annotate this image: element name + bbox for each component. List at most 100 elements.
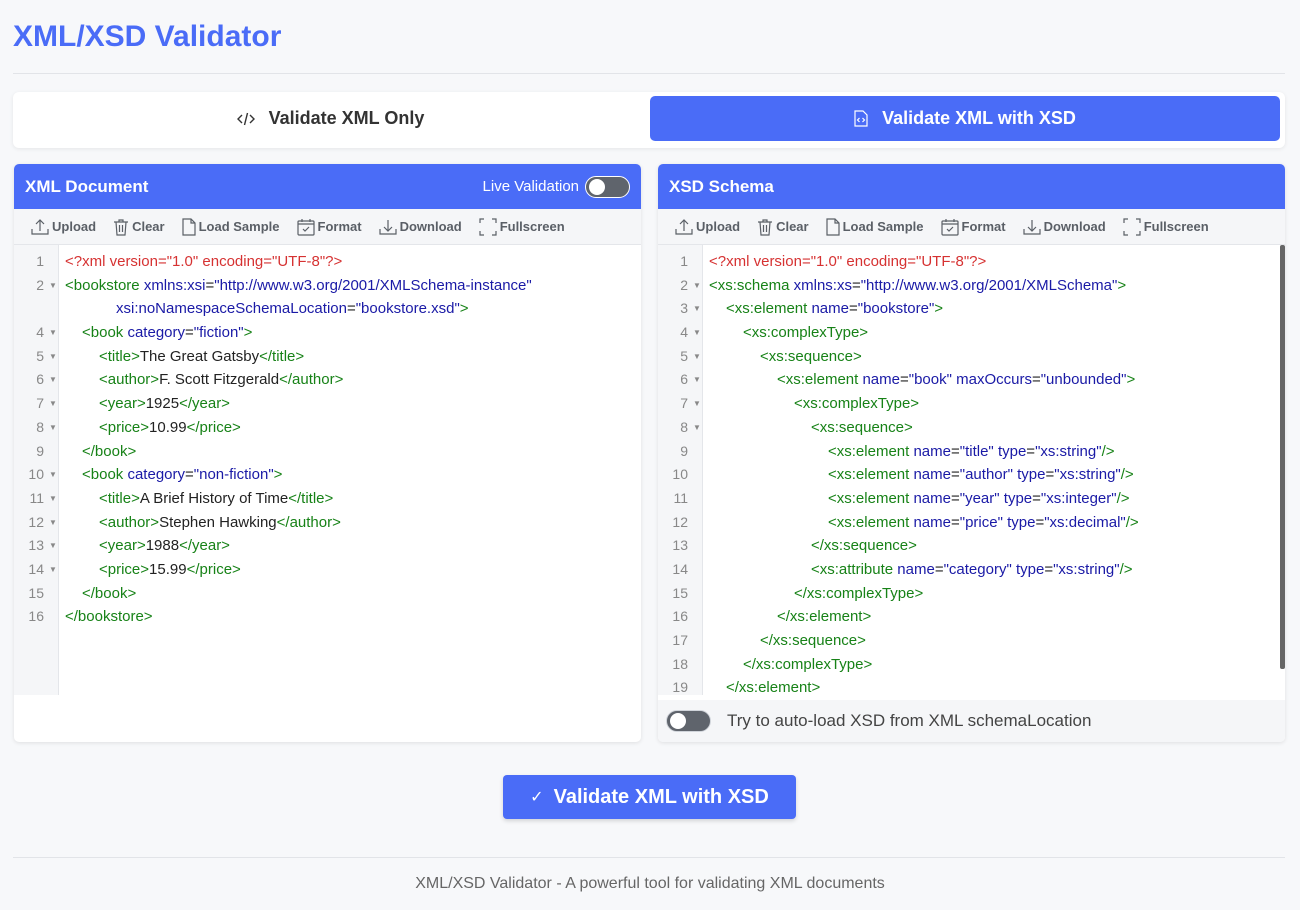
live-validation-toggle[interactable] <box>585 175 630 198</box>
code-line[interactable]: 6 ▼ <author>F. Scott Fitzgerald</author> <box>14 368 641 392</box>
code-line[interactable]: 9 <xs:element name="title" type="xs:strin… <box>658 440 1285 464</box>
mode-selector: Validate XML Only Validate XML with XSD <box>13 92 1285 148</box>
code-token: name <box>862 371 900 389</box>
code-line[interactable]: 7 ▼ <xs:complexType> <box>658 392 1285 416</box>
fold-arrow-icon[interactable]: ▼ <box>49 416 57 440</box>
fold-arrow-icon[interactable]: ▼ <box>49 345 57 369</box>
code-line[interactable]: 4 ▼ <book category="fiction"> <box>14 321 641 345</box>
xml-editor[interactable]: 1 <?xml version="1.0" encoding="UTF-8"?> 2… <box>14 245 641 695</box>
code-icon <box>236 111 255 127</box>
validate-xml-with-xsd-button[interactable]: ✓ Validate XML with XSD <box>503 775 796 819</box>
auto-load-xsd-toggle[interactable] <box>666 710 711 732</box>
code-text: </xs:element> <box>709 605 871 629</box>
code-line[interactable]: 3 ▼ <xs:element name="bookstore"> <box>658 297 1285 321</box>
xml-code-area[interactable]: 1 <?xml version="1.0" encoding="UTF-8"?> 2… <box>14 250 641 629</box>
fold-arrow-icon[interactable]: ▼ <box>49 368 57 392</box>
code-line[interactable]: 16 </bookstore> <box>14 605 641 629</box>
code-token: type <box>1007 513 1036 531</box>
fold-arrow-icon[interactable]: ▼ <box>49 392 57 416</box>
code-token: <book <box>82 466 128 484</box>
fold-arrow-icon[interactable]: ▼ <box>49 274 57 298</box>
fold-arrow-icon[interactable]: ▼ <box>693 416 701 440</box>
fold-arrow-icon[interactable]: ▼ <box>49 463 57 487</box>
code-line[interactable]: 11 ▼ <title>A Brief History of Time</title… <box>14 487 641 511</box>
code-line[interactable]: 16 </xs:element> <box>658 605 1285 629</box>
code-line[interactable]: 14 <xs:attribute name="category" type="xs… <box>658 558 1285 582</box>
line-number: 4 <box>680 324 688 341</box>
code-line[interactable]: 12 ▼ <author>Stephen Hawking</author> <box>14 511 641 535</box>
code-text: <xs:attribute name="category" type="xs:s… <box>709 558 1133 582</box>
code-token: </title> <box>288 489 334 507</box>
fold-arrow-icon[interactable]: ▼ <box>49 558 57 582</box>
line-number: 6 <box>36 371 44 388</box>
xml-format-button[interactable]: Format <box>296 218 362 236</box>
xml-load-sample-button[interactable]: Load Sample <box>181 217 280 236</box>
code-token: A Brief History of Time <box>139 489 289 507</box>
xml-clear-button[interactable]: Clear <box>113 218 165 236</box>
xsd-clear-button[interactable]: Clear <box>757 218 809 236</box>
xsd-editor[interactable]: 1 <?xml version="1.0" encoding="UTF-8"?> 2… <box>658 245 1285 695</box>
code-token: > <box>1126 371 1136 389</box>
code-line[interactable]: 2 ▼ <xs:schema xmlns:xs="http://www.w3.org… <box>658 274 1285 298</box>
code-line[interactable]: 15 </xs:complexType> <box>658 582 1285 606</box>
xsd-load-sample-button[interactable]: Load Sample <box>825 217 924 236</box>
xsd-download-button[interactable]: Download <box>1022 218 1106 236</box>
fold-arrow-icon[interactable]: ▼ <box>49 534 57 558</box>
code-line[interactable]: 9 </book> <box>14 440 641 464</box>
xml-download-button[interactable]: Download <box>378 218 462 236</box>
code-line[interactable]: 15 </book> <box>14 582 641 606</box>
code-line[interactable]: 8 ▼ <price>10.99</price> <box>14 416 641 440</box>
upload-icon <box>675 218 693 235</box>
code-line[interactable]: 11 <xs:element name="year" type="xs:integ… <box>658 487 1285 511</box>
xml-upload-button[interactable]: Upload <box>31 218 96 236</box>
code-line[interactable]: 17 </xs:sequence> <box>658 629 1285 653</box>
fold-arrow-icon[interactable]: ▼ <box>49 511 57 535</box>
code-line[interactable]: xsi:noNamespaceSchemaLocation="bookstore… <box>14 297 641 321</box>
line-number: 12 <box>672 513 688 530</box>
validate-xml-with-xsd-tab[interactable]: Validate XML with XSD <box>650 96 1280 141</box>
code-line[interactable]: 8 ▼ <xs:sequence> <box>658 416 1285 440</box>
fold-arrow-icon[interactable]: ▼ <box>693 274 701 298</box>
line-number: 15 <box>28 584 44 601</box>
code-line[interactable]: 6 ▼ <xs:element name="book" maxOccurs="unb… <box>658 368 1285 392</box>
code-text: <title>The Great Gatsby</title> <box>65 345 304 369</box>
code-line[interactable]: 13 </xs:sequence> <box>658 534 1285 558</box>
code-line[interactable]: 7 ▼ <year>1925</year> <box>14 392 641 416</box>
validate-xml-only-tab[interactable]: Validate XML Only <box>17 96 644 141</box>
xsd-scrollbar[interactable] <box>1280 245 1285 669</box>
code-line[interactable]: 14 ▼ <price>15.99</price> <box>14 558 641 582</box>
code-token: <author> <box>99 371 160 389</box>
code-line[interactable]: 18 </xs:complexType> <box>658 653 1285 677</box>
line-number: 10 <box>28 466 44 483</box>
fold-arrow-icon[interactable]: ▼ <box>693 321 701 345</box>
code-line[interactable]: 5 ▼ <title>The Great Gatsby</title> <box>14 345 641 369</box>
code-line[interactable]: 2 ▼ <bookstore xmlns:xsi="http://www.w3.or… <box>14 274 641 298</box>
fold-arrow-icon[interactable]: ▼ <box>693 345 701 369</box>
code-token: </price> <box>186 418 241 436</box>
xsd-format-button[interactable]: Format <box>940 218 1006 236</box>
line-number: 2 <box>680 276 688 293</box>
code-line[interactable]: 1 <?xml version="1.0" encoding="UTF-8"?> <box>14 250 641 274</box>
code-text: <title>A Brief History of Time</title> <box>65 487 333 511</box>
code-line[interactable]: 13 ▼ <year>1988</year> <box>14 534 641 558</box>
xsd-code-area[interactable]: 1 <?xml version="1.0" encoding="UTF-8"?> 2… <box>658 250 1285 695</box>
code-line[interactable]: 19 </xs:element> <box>658 676 1285 695</box>
xsd-fullscreen-button[interactable]: Fullscreen <box>1123 217 1209 236</box>
xml-fullscreen-button[interactable]: Fullscreen <box>479 217 565 236</box>
fold-arrow-icon[interactable]: ▼ <box>693 368 701 392</box>
xsd-upload-button[interactable]: Upload <box>675 218 740 236</box>
fold-arrow-icon[interactable]: ▼ <box>49 321 57 345</box>
fold-arrow-icon[interactable]: ▼ <box>693 392 701 416</box>
code-token: <xs:complexType> <box>743 324 869 342</box>
code-line[interactable]: 4 ▼ <xs:complexType> <box>658 321 1285 345</box>
code-token: <price> <box>99 418 150 436</box>
code-line[interactable]: 5 ▼ <xs:sequence> <box>658 345 1285 369</box>
fold-arrow-icon[interactable]: ▼ <box>693 297 701 321</box>
code-token: type <box>1003 489 1033 507</box>
fold-arrow-icon[interactable]: ▼ <box>49 487 57 511</box>
code-line[interactable]: 12 <xs:element name="price" type="xs:deci… <box>658 511 1285 535</box>
code-line[interactable]: 1 <?xml version="1.0" encoding="UTF-8"?> <box>658 250 1285 274</box>
code-line[interactable]: 10 ▼ <book category="non-fiction"> <box>14 463 641 487</box>
xsd-panel-header: XSD Schema <box>658 164 1285 209</box>
code-line[interactable]: 10 <xs:element name="author" type="xs:str… <box>658 463 1285 487</box>
